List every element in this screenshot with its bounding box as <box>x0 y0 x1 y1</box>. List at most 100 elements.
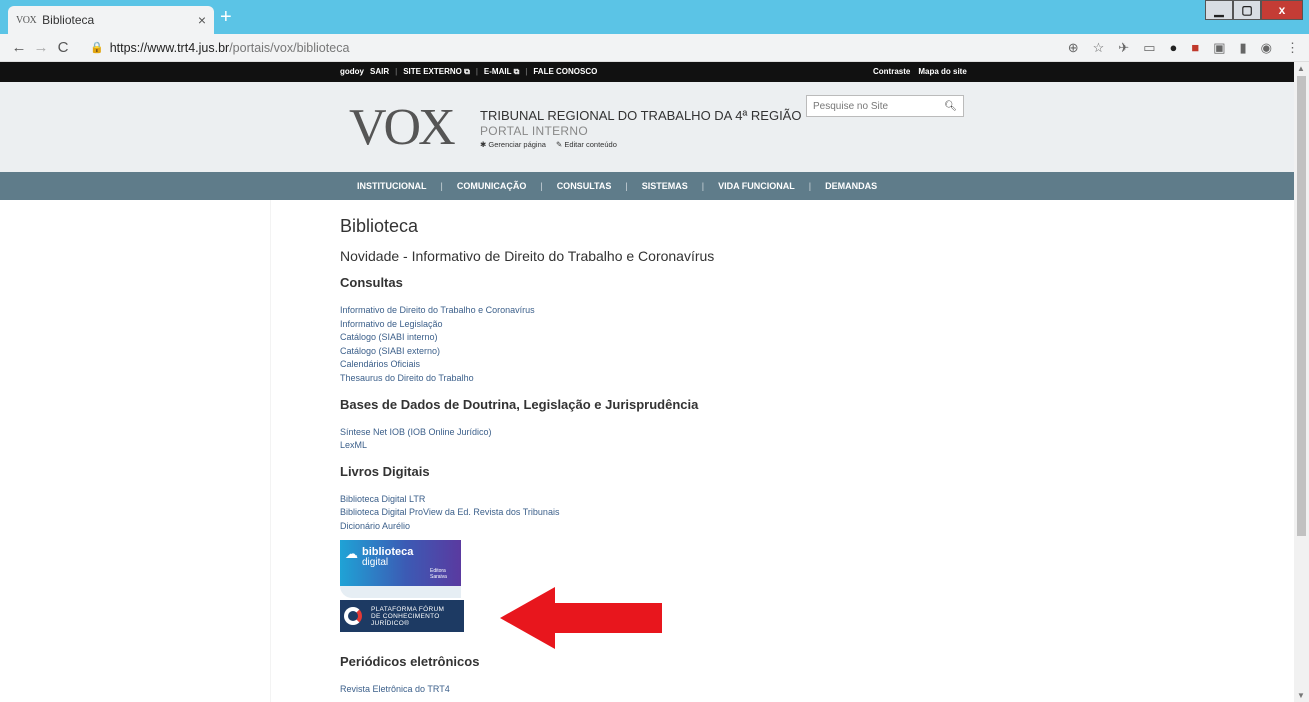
menu-dots-icon[interactable]: ⋮ <box>1286 40 1299 56</box>
tab-close-icon[interactable]: × <box>198 12 206 28</box>
link-sintese-net[interactable]: Síntese Net IOB (IOB Online Jurídico) <box>340 426 940 440</box>
link-proview[interactable]: Biblioteca Digital ProView da Ed. Revist… <box>340 506 940 520</box>
back-icon[interactable]: ← <box>8 39 30 56</box>
extension-pin-icon[interactable]: ✈ <box>1118 40 1129 56</box>
separator: | <box>525 67 528 76</box>
news-heading[interactable]: Novidade - Informativo de Direito do Tra… <box>340 248 940 264</box>
top-utility-bar: godoy SAIR | SITE EXTERNO ⧉ | E-MAIL ⧉ |… <box>0 62 1294 82</box>
site-search[interactable]: Pesquise no Site 🔍︎ <box>806 95 964 117</box>
profile-avatar-icon[interactable]: ◉ <box>1261 40 1272 56</box>
forum-logo-icon <box>344 607 362 625</box>
email-label: E-MAIL <box>483 67 512 76</box>
link-catalogo-externo[interactable]: Catálogo (SIABI externo) <box>340 345 940 359</box>
link-informativo-legislacao[interactable]: Informativo de Legislação <box>340 318 940 332</box>
site-header: VOX TRIBUNAL REGIONAL DO TRABALHO DA 4ª … <box>0 82 1294 172</box>
search-icon[interactable]: 🔍︎ <box>944 101 957 112</box>
link-biblioteca-ltr[interactable]: Biblioteca Digital LTR <box>340 493 940 507</box>
extension-copy-icon[interactable]: ▣ <box>1213 40 1225 56</box>
periodicos-section: Periódicos eletrônicos Revista Eletrônic… <box>340 654 940 697</box>
saraiva-banner-base <box>340 586 461 598</box>
link-thesaurus[interactable]: Thesaurus do Direito do Trabalho <box>340 372 940 386</box>
username: godoy <box>340 67 364 76</box>
banner-saraiva-line3: Editora Saraiva <box>430 568 447 580</box>
sitemap-link[interactable]: Mapa do site <box>918 67 966 76</box>
bases-links: Síntese Net IOB (IOB Online Jurídico) Le… <box>340 426 940 453</box>
forward-icon[interactable]: → <box>30 39 52 56</box>
browser-titlebar: VOX Biblioteca × + ▁ ▢ x <box>0 0 1309 34</box>
nav-sistemas[interactable]: SISTEMAS <box>642 181 688 191</box>
external-site-label: SITE EXTERNO <box>403 67 462 76</box>
nav-consultas[interactable]: CONSULTAS <box>557 181 612 191</box>
livros-links: Biblioteca Digital LTR Biblioteca Digita… <box>340 493 940 534</box>
extension-pdf-icon[interactable]: ■ <box>1191 40 1199 56</box>
saraiva-digital-banner[interactable]: ☁ biblioteca digital Editora Saraiva <box>340 540 461 586</box>
edit-content-link[interactable]: ✎ Editar conteúdo <box>556 140 617 149</box>
logout-link[interactable]: SAIR <box>370 67 389 77</box>
forum-banner-text: PLATAFORMA FÓRUM DE CONHECIMENTO JURÍDIC… <box>371 606 444 627</box>
cloud-icon: ☁ <box>345 546 358 561</box>
nav-separator: | <box>808 181 812 191</box>
scroll-up-icon[interactable]: ▲ <box>1297 64 1305 73</box>
red-arrow-annotation <box>500 587 662 649</box>
manage-page-label: Gerenciar página <box>488 140 546 149</box>
address-bar: ← → C 🔒 https://www.trt4.jus.br/portais/… <box>0 34 1309 62</box>
main-content: Biblioteca Novidade - Informativo de Dir… <box>340 212 940 534</box>
email-link[interactable]: E-MAIL ⧉ <box>484 67 519 77</box>
link-catalogo-interno[interactable]: Catálogo (SIABI interno) <box>340 331 940 345</box>
forum-platform-banner[interactable]: PLATAFORMA FÓRUM DE CONHECIMENTO JURÍDIC… <box>340 600 464 632</box>
external-link-icon: ⧉ <box>513 67 520 76</box>
tab-favicon: VOX <box>16 14 37 26</box>
nav-separator: | <box>625 181 628 191</box>
left-column-divider <box>270 200 271 702</box>
consultas-links: Informativo de Direito do Trabalho e Cor… <box>340 304 940 386</box>
page-title: Biblioteca <box>340 216 419 236</box>
page-scrollbar[interactable]: ▲ ▼ <box>1294 62 1309 702</box>
nav-separator: | <box>701 181 705 191</box>
contact-link[interactable]: FALE CONOSCO <box>533 67 597 77</box>
reload-icon[interactable]: C <box>52 39 74 56</box>
external-site-link[interactable]: SITE EXTERNO ⧉ <box>403 67 470 77</box>
link-revista-trt4[interactable]: Revista Eletrônica do TRT4 <box>340 683 940 697</box>
separator: | <box>395 67 398 76</box>
restore-button[interactable]: ▢ <box>1233 0 1261 20</box>
minimize-button[interactable]: ▁ <box>1205 0 1233 20</box>
main-nav: INSTITUCIONAL | COMUNICAÇÃO | CONSULTAS … <box>0 172 1294 200</box>
url-host: https://www.trt4.jus.br <box>109 40 230 55</box>
scroll-down-icon[interactable]: ▼ <box>1297 691 1305 700</box>
nav-demandas[interactable]: DEMANDAS <box>825 181 877 191</box>
link-lexml[interactable]: LexML <box>340 439 940 453</box>
window-close-button[interactable]: x <box>1261 0 1303 20</box>
portal-name: PORTAL INTERNO <box>480 124 588 138</box>
browser-tab[interactable]: VOX Biblioteca × <box>8 6 214 34</box>
extension-a-icon[interactable]: ● <box>1169 40 1177 56</box>
link-calendarios[interactable]: Calendários Oficiais <box>340 358 940 372</box>
vox-logo[interactable]: VOX <box>349 98 456 157</box>
search-input[interactable]: Pesquise no Site <box>813 101 944 112</box>
section-heading-periodicos: Periódicos eletrônicos <box>340 654 480 669</box>
institution-name: TRIBUNAL REGIONAL DO TRABALHO DA 4ª REGI… <box>480 108 802 123</box>
gear-icon: ✱ <box>480 140 487 149</box>
url-field[interactable]: https://www.trt4.jus.br/portais/vox/bibl… <box>110 41 350 55</box>
bookmark-star-icon[interactable]: ☆ <box>1093 40 1105 56</box>
manage-page-link[interactable]: ✱ Gerenciar página <box>480 140 546 149</box>
nav-separator: | <box>440 181 443 191</box>
nav-institucional[interactable]: INSTITUCIONAL <box>357 181 427 191</box>
banner-forum-line3: JURÍDICO® <box>371 620 410 627</box>
nav-comunicacao[interactable]: COMUNICAÇÃO <box>457 181 527 191</box>
section-heading-consultas: Consultas <box>340 275 403 290</box>
banner-forum-line1: PLATAFORMA FÓRUM <box>371 606 445 613</box>
zoom-icon[interactable]: ⊕ <box>1068 40 1079 56</box>
nav-vida-funcional[interactable]: VIDA FUNCIONAL <box>718 181 795 191</box>
contrast-link[interactable]: Contraste <box>873 67 910 76</box>
extension-cast-icon[interactable]: ▭ <box>1143 40 1155 56</box>
url-path: /portais/vox/biblioteca <box>229 40 350 55</box>
link-dicionario-aurelio[interactable]: Dicionário Aurélio <box>340 520 940 534</box>
section-heading-bases: Bases de Dados de Doutrina, Legislação e… <box>340 396 699 412</box>
new-tab-button[interactable]: + <box>220 6 232 29</box>
scrollbar-thumb[interactable] <box>1297 76 1306 536</box>
edit-content-label: Editar conteúdo <box>564 140 617 149</box>
external-link-icon: ⧉ <box>464 67 470 76</box>
link-informativo-direito[interactable]: Informativo de Direito do Trabalho e Cor… <box>340 304 940 318</box>
page-viewport: godoy SAIR | SITE EXTERNO ⧉ | E-MAIL ⧉ |… <box>0 62 1294 702</box>
extension-usb-icon[interactable]: ▮ <box>1240 40 1247 56</box>
